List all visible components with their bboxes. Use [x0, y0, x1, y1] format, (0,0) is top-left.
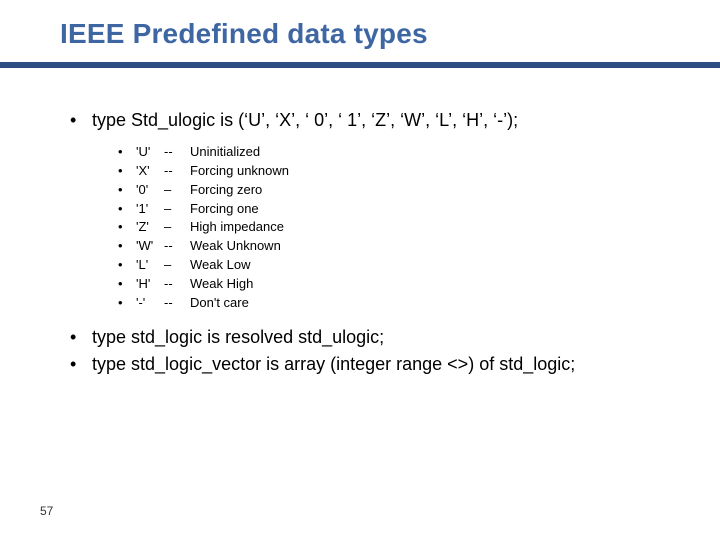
value-code: 'H' [136, 275, 164, 294]
value-desc: Uninitialized [190, 143, 260, 162]
value-code: 'X' [136, 162, 164, 181]
value-desc: High impedance [190, 218, 284, 237]
bullet-icon: • [118, 218, 136, 237]
list-item: • 'X' -- Forcing unknown [118, 162, 680, 181]
value-sep: – [164, 200, 190, 219]
bullet-icon: • [118, 275, 136, 294]
value-sep: -- [164, 275, 190, 294]
bullet-main-3: • type std_logic_vector is array (intege… [70, 354, 680, 375]
value-desc: Don't care [190, 294, 249, 313]
bullet-icon: • [118, 181, 136, 200]
bullet-icon: • [118, 143, 136, 162]
bullet-icon: • [118, 237, 136, 256]
bullet-icon: • [70, 327, 92, 348]
bullet-icon: • [70, 110, 92, 131]
value-sep: – [164, 218, 190, 237]
value-sep: -- [164, 237, 190, 256]
value-code: 'W' [136, 237, 164, 256]
bullet-icon: • [118, 256, 136, 275]
value-desc: Forcing unknown [190, 162, 289, 181]
list-item: • 'H' -- Weak High [118, 275, 680, 294]
page-number: 57 [40, 504, 53, 518]
bullet-icon: • [118, 294, 136, 313]
value-sep: – [164, 256, 190, 275]
value-desc: Weak High [190, 275, 253, 294]
value-desc: Forcing zero [190, 181, 262, 200]
list-item: • 'U' -- Uninitialized [118, 143, 680, 162]
value-code: 'L' [136, 256, 164, 275]
bullet-main-3-text: type std_logic_vector is array (integer … [92, 354, 575, 375]
value-desc: Forcing one [190, 200, 259, 219]
bullet-main-2-text: type std_logic is resolved std_ulogic; [92, 327, 384, 348]
list-item: • '1' – Forcing one [118, 200, 680, 219]
value-code: '-' [136, 294, 164, 313]
bullet-icon: • [118, 162, 136, 181]
bullet-main-2: • type std_logic is resolved std_ulogic; [70, 327, 680, 348]
bullet-main-1: • type Std_ulogic is (‘U’, ‘X’, ‘ 0’, ‘ … [70, 110, 680, 131]
list-item: • '0' – Forcing zero [118, 181, 680, 200]
value-sep: -- [164, 143, 190, 162]
list-item: • 'L' – Weak Low [118, 256, 680, 275]
list-item: • 'Z' – High impedance [118, 218, 680, 237]
value-desc: Weak Unknown [190, 237, 281, 256]
value-code: '1' [136, 200, 164, 219]
value-code: 'Z' [136, 218, 164, 237]
value-desc: Weak Low [190, 256, 250, 275]
slide-body: • type Std_ulogic is (‘U’, ‘X’, ‘ 0’, ‘ … [70, 110, 680, 387]
value-sep: -- [164, 294, 190, 313]
value-sep: -- [164, 162, 190, 181]
title-underline [0, 62, 720, 68]
slide: IEEE Predefined data types • type Std_ul… [0, 0, 720, 540]
bullet-icon: • [118, 200, 136, 219]
list-item: • 'W' -- Weak Unknown [118, 237, 680, 256]
bullet-icon: • [70, 354, 92, 375]
value-code: 'U' [136, 143, 164, 162]
value-sep: – [164, 181, 190, 200]
value-code: '0' [136, 181, 164, 200]
std-ulogic-values-list: • 'U' -- Uninitialized • 'X' -- Forcing … [118, 143, 680, 313]
bullet-main-1-text: type Std_ulogic is (‘U’, ‘X’, ‘ 0’, ‘ 1’… [92, 110, 518, 131]
slide-title: IEEE Predefined data types [60, 18, 428, 50]
list-item: • '-' -- Don't care [118, 294, 680, 313]
